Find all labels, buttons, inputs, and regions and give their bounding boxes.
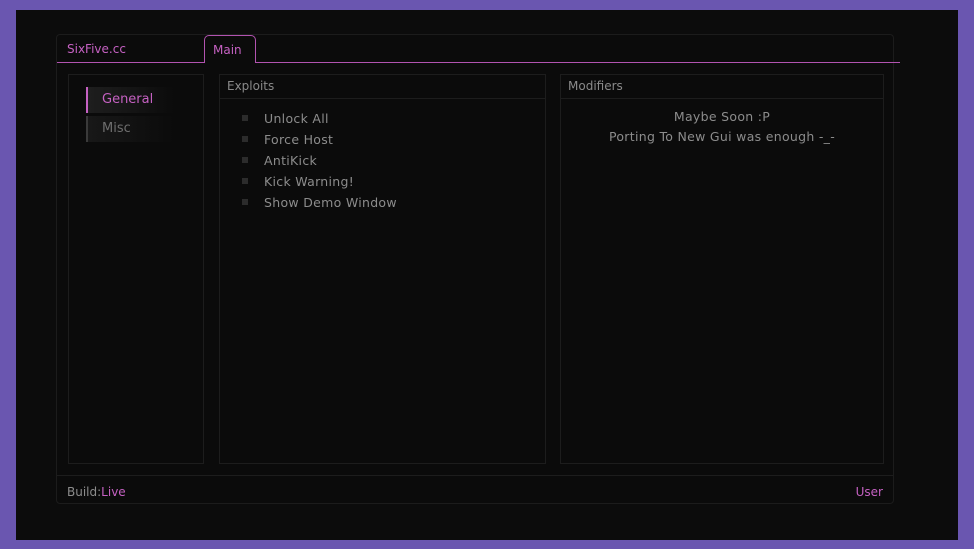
- exploits-panel-title: Exploits: [220, 75, 545, 99]
- modifiers-message: Porting To New Gui was enough -_-: [608, 129, 836, 144]
- option-label: Show Demo Window: [264, 195, 397, 210]
- option-antikick[interactable]: AntiKick: [242, 153, 317, 169]
- sidebar: General Misc: [68, 74, 204, 464]
- window-header: SixFive.cc Main: [57, 35, 900, 63]
- option-label: AntiKick: [264, 153, 318, 168]
- option-label: Force Host: [264, 132, 334, 147]
- modifiers-panel-title: Modifiers: [561, 75, 883, 99]
- build-status: Build:Live: [67, 485, 126, 499]
- option-force-host[interactable]: Force Host: [242, 132, 333, 148]
- show-demo-window-checkbox[interactable]: [242, 199, 248, 205]
- app-frame: SixFive.cc Main General Misc Exploits Un…: [16, 10, 958, 540]
- sidebar-item-misc[interactable]: Misc: [86, 116, 174, 142]
- option-show-demo-window[interactable]: Show Demo Window: [242, 195, 397, 211]
- force-host-checkbox[interactable]: [242, 136, 248, 142]
- status-footer: Build:Live User: [57, 475, 893, 504]
- option-label: Kick Warning!: [264, 174, 355, 189]
- header-divider: [57, 62, 900, 63]
- user-label: User: [855, 485, 883, 499]
- modifiers-message: Maybe Soon :P: [673, 109, 771, 124]
- antikick-checkbox[interactable]: [242, 157, 248, 163]
- brand-title: SixFive.cc: [67, 42, 126, 56]
- option-label: Unlock All: [264, 111, 329, 126]
- sidebar-item-general[interactable]: General: [86, 87, 174, 113]
- build-label: Build:: [67, 485, 102, 499]
- build-value: Live: [101, 485, 126, 499]
- option-unlock-all[interactable]: Unlock All: [242, 111, 329, 127]
- unlock-all-checkbox[interactable]: [242, 115, 248, 121]
- tab-main[interactable]: Main: [204, 35, 256, 62]
- exploits-panel: Exploits Unlock All Force Host AntiKick …: [219, 74, 546, 464]
- cheat-menu-window: SixFive.cc Main General Misc Exploits Un…: [56, 34, 900, 504]
- tab-main-underline-gap: [205, 62, 255, 63]
- modifiers-panel: Modifiers Maybe Soon :P Porting To New G…: [560, 74, 884, 464]
- option-kick-warning[interactable]: Kick Warning!: [242, 174, 354, 190]
- kick-warning-checkbox[interactable]: [242, 178, 248, 184]
